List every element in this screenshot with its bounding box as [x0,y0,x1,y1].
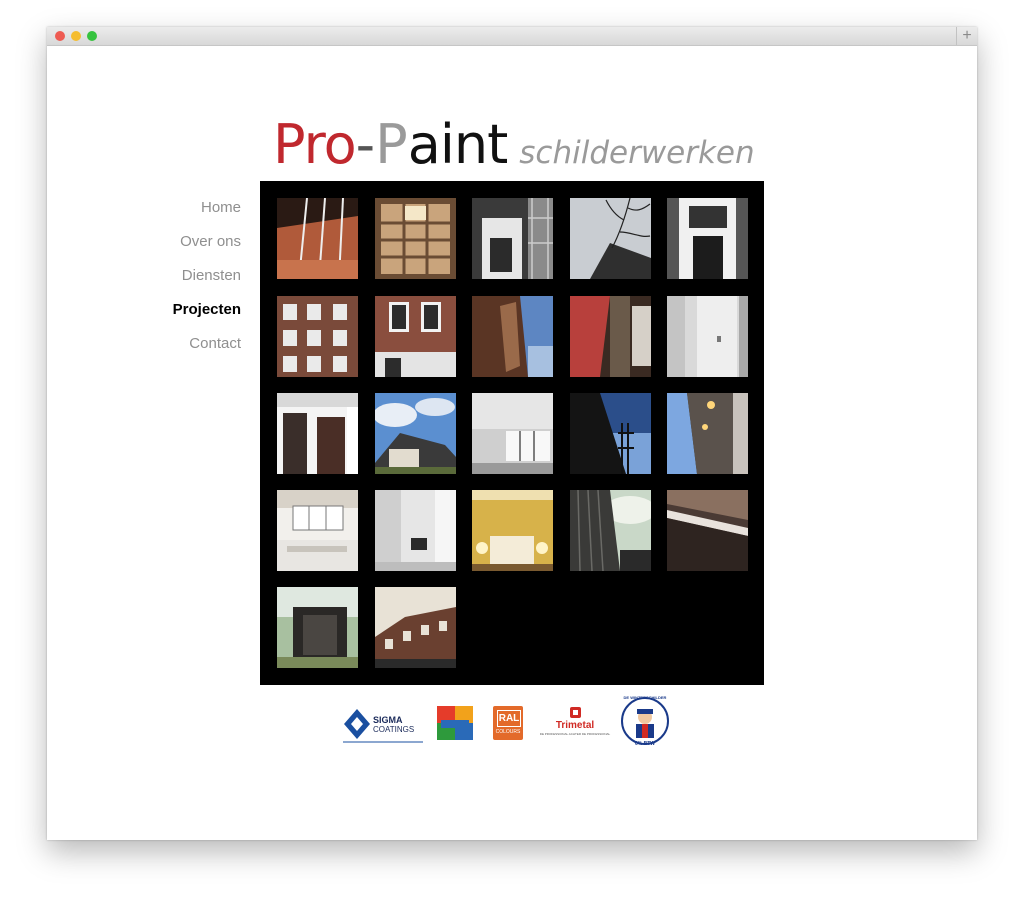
thumbnail-photo [667,296,748,377]
logo-pro-text: Pro [273,113,357,176]
sigma-line2: COATINGS [373,725,415,734]
trimetal-logo[interactable]: Trimetal DE PROFESSIONAL ACHTER DE PROFE… [540,707,610,741]
thumbnail-photo [570,296,651,377]
gallery-thumbnail[interactable] [667,490,748,571]
gallery-thumbnail[interactable] [375,490,456,571]
winterschilder-bottom-text: 6% BTW [635,741,655,747]
trimetal-tagline: DE PROFESSIONAL ACHTER DE PROFESSIONAL [539,732,611,736]
logo-aint-text: aint [407,113,508,176]
gallery-thumbnail[interactable] [472,490,553,571]
main-navigation: Home Over ons Diensten Projecten Contact [127,197,241,367]
logo-dash-text: - [355,113,376,176]
gallery-thumbnail[interactable] [472,393,553,474]
thumbnail-photo [472,198,553,279]
ral-colours-logo[interactable]: RAL COLOURS [493,706,523,740]
nav-item-contact[interactable]: Contact [127,333,241,367]
nav-item-home[interactable]: Home [127,197,241,231]
logo-p-text: P [375,113,408,176]
window-titlebar: + [47,27,977,46]
sikkens-logo[interactable] [437,706,473,740]
new-tab-plus-icon[interactable]: + [956,27,977,45]
thumbnail-photo [375,490,456,571]
gallery-thumbnail[interactable] [472,198,553,279]
thumbnail-photo [277,587,358,668]
nav-item-over-ons[interactable]: Over ons [127,231,241,265]
thumbnail-photo [375,296,456,377]
gallery-thumbnail[interactable] [570,296,651,377]
gallery-thumbnail[interactable] [570,490,651,571]
gallery-thumbnail[interactable] [277,296,358,377]
project-photo-gallery [260,181,764,685]
thumbnail-photo [472,393,553,474]
maximize-window-button[interactable] [87,31,97,41]
nav-item-diensten[interactable]: Diensten [127,265,241,299]
gallery-thumbnail[interactable] [472,296,553,377]
gallery-thumbnail[interactable] [570,198,651,279]
thumbnail-photo [277,296,358,377]
gallery-thumbnail[interactable] [667,198,748,279]
winterschilder-top-text: DE WINTERSCHILDER [623,695,667,700]
gallery-thumbnail[interactable] [375,587,456,668]
thumbnail-photo [667,490,748,571]
trimetal-mark-icon [570,707,581,718]
color-blocks-icon [437,706,473,740]
close-window-button[interactable] [55,31,65,41]
minimize-window-button[interactable] [71,31,81,41]
sigma-line1: SIGMA [373,715,403,725]
browser-window: + Pro-Paint schilderwerken Home Over ons … [47,27,977,840]
thumbnail-photo [472,296,553,377]
trimetal-name: Trimetal [555,720,595,731]
gallery-thumbnail[interactable] [570,393,651,474]
gallery-thumbnail[interactable] [375,393,456,474]
thumbnail-photo [277,198,358,279]
gallery-thumbnail[interactable] [277,198,358,279]
thumbnail-photo [375,393,456,474]
thumbnail-photo [667,198,748,279]
ral-line1: RAL [497,710,521,727]
thumbnail-photo [570,198,651,279]
gallery-thumbnail[interactable] [277,393,358,474]
logo-subtitle: schilderwerken [519,135,755,171]
winterschilder-logo[interactable]: DE WINTERSCHILDER 6% BTW [619,695,671,751]
thumbnail-photo [570,393,651,474]
gallery-thumbnail[interactable] [375,198,456,279]
thumbnail-photo [570,490,651,571]
sigma-coatings-logo[interactable]: SIGMA COATINGS [343,707,423,745]
ral-line2: COLOURS [495,729,521,735]
site-logo[interactable]: Pro-Paint schilderwerken [273,113,755,176]
gallery-thumbnail[interactable] [667,296,748,377]
partner-logos: SIGMA COATINGS RAL COLOURS Trimetal DE P… [337,695,687,755]
thumbnail-photo [375,198,456,279]
gallery-thumbnail[interactable] [375,296,456,377]
gallery-thumbnail[interactable] [667,393,748,474]
thumbnail-photo [667,393,748,474]
gallery-thumbnail[interactable] [277,490,358,571]
thumbnail-photo [277,490,358,571]
nav-item-projecten[interactable]: Projecten [127,299,241,333]
thumbnail-photo [472,490,553,571]
thumbnail-photo [375,587,456,668]
thumbnail-photo [277,393,358,474]
gallery-thumbnail[interactable] [277,587,358,668]
